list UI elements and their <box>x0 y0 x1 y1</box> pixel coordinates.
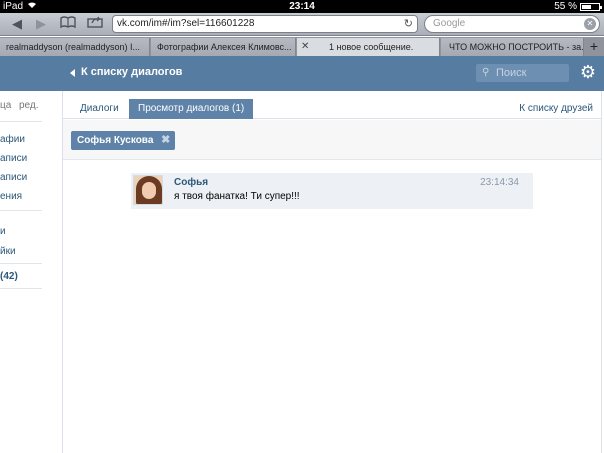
left-menu-item[interactable]: йки <box>0 246 16 257</box>
filter-bar: Софья Кускова ✖ <box>63 120 601 160</box>
avatar[interactable] <box>133 175 163 205</box>
left-menu-top: ца ред. <box>0 100 39 111</box>
browser-toolbar: ◀ ▶ vk.com/im#/im?sel=116601228 ↻ Google… <box>0 13 604 36</box>
new-tab-icon[interactable]: + <box>586 37 602 56</box>
forward-arrow-icon[interactable]: ▶ <box>30 15 52 33</box>
browser-search-placeholder: Google <box>433 18 466 29</box>
tab-dialogs-label: Диалоги <box>80 103 119 114</box>
browser-tab-3[interactable]: ✕ 1 новое сообщение. <box>297 38 440 56</box>
reload-icon[interactable]: ↻ <box>404 16 413 32</box>
left-menu-item[interactable]: аписи <box>0 153 27 164</box>
browser-tab-1[interactable]: realmaddyson (realmaddyson) I... <box>0 38 150 56</box>
left-menu: ца ред. афии аписи аписи ения и йки (42) <box>0 91 62 453</box>
browser-search-field[interactable]: Google ✕ <box>424 15 600 33</box>
recipient-chip-label: Софья Кускова <box>77 135 154 146</box>
battery-fill <box>582 4 591 9</box>
avatar-face <box>142 182 156 199</box>
divider <box>0 263 42 264</box>
edit-link[interactable]: ред. <box>19 100 39 111</box>
back-arrow-icon[interactable]: ◀ <box>6 15 28 33</box>
browser-tab-label: realmaddyson (realmaddyson) I... <box>6 42 141 52</box>
left-menu-item[interactable]: афии <box>0 134 25 145</box>
browser-tab-label: 1 новое сообщение. <box>329 42 414 52</box>
back-to-dialogs-label: К списку диалогов <box>81 66 183 78</box>
site-search-placeholder: Поиск <box>496 67 527 79</box>
back-triangle-icon <box>70 68 75 77</box>
friends-list-link[interactable]: К списку друзей <box>519 99 593 119</box>
search-icon: ⚲ <box>482 67 490 78</box>
divider <box>0 210 42 211</box>
site-search-input[interactable]: ⚲ Поиск <box>476 64 569 82</box>
left-menu-item[interactable]: ения <box>0 191 22 202</box>
message-row[interactable]: Софья я твоя фанатка! Ти супер!!! 23:14:… <box>131 173 533 209</box>
message-time: 23:14:34 <box>480 177 519 188</box>
recipient-chip[interactable]: Софья Кускова ✖ <box>71 131 176 150</box>
back-to-dialogs-link[interactable]: К списку диалогов <box>70 56 182 89</box>
remove-chip-icon[interactable]: ✖ <box>161 131 170 150</box>
tab-dialog-view[interactable]: Просмотр диалогов (1) <box>129 99 254 119</box>
left-menu-item[interactable]: и <box>0 226 6 237</box>
tab-dialogs[interactable]: Диалоги <box>71 99 128 119</box>
browser-tab-4[interactable]: ЧТО МОЖНО ПОСТРОИТЬ - за... <box>441 38 584 56</box>
status-bar: iPad 23:14 55 % <box>0 0 604 13</box>
bookmarks-icon[interactable] <box>57 15 79 33</box>
browser-tab-bar: realmaddyson (realmaddyson) I... Фотогра… <box>0 37 604 56</box>
message-author[interactable]: Софья <box>174 177 208 188</box>
browser-tab-label: Фотографии Алексея Климовс... <box>157 42 292 52</box>
left-menu-item[interactable]: аписи <box>0 172 27 183</box>
battery-icon <box>580 2 602 11</box>
clear-icon[interactable]: ✕ <box>584 18 596 30</box>
dialog-tabs: Диалоги Просмотр диалогов (1) К списку д… <box>63 91 601 119</box>
divider <box>0 288 42 289</box>
message-text: я твоя фанатка! Ти супер!!! <box>174 191 300 202</box>
site-header: К списку диалогов ⚲ Поиск ⚙ <box>0 56 604 91</box>
browser-tab-2[interactable]: Фотографии Алексея Климовс... <box>151 38 296 56</box>
clock: 23:14 <box>289 1 315 12</box>
battery-label: 55 % <box>554 1 577 12</box>
share-icon[interactable] <box>84 15 106 33</box>
left-menu-count[interactable]: (42) <box>0 271 18 282</box>
tab-close-icon[interactable]: ✕ <box>301 38 309 56</box>
url-text: vk.com/im#/im?sel=116601228 <box>117 18 255 29</box>
url-field[interactable]: vk.com/im#/im?sel=116601228 ↻ <box>112 15 418 33</box>
gear-icon[interactable]: ⚙ <box>578 62 598 82</box>
tab-dialog-view-label: Просмотр диалогов (1) <box>138 103 245 114</box>
dialogs-panel: Диалоги Просмотр диалогов (1) К списку д… <box>62 91 602 453</box>
left-menu-top-label: ца <box>0 100 12 111</box>
divider <box>0 121 42 122</box>
browser-tab-label: ЧТО МОЖНО ПОСТРОИТЬ - за... <box>449 42 584 52</box>
